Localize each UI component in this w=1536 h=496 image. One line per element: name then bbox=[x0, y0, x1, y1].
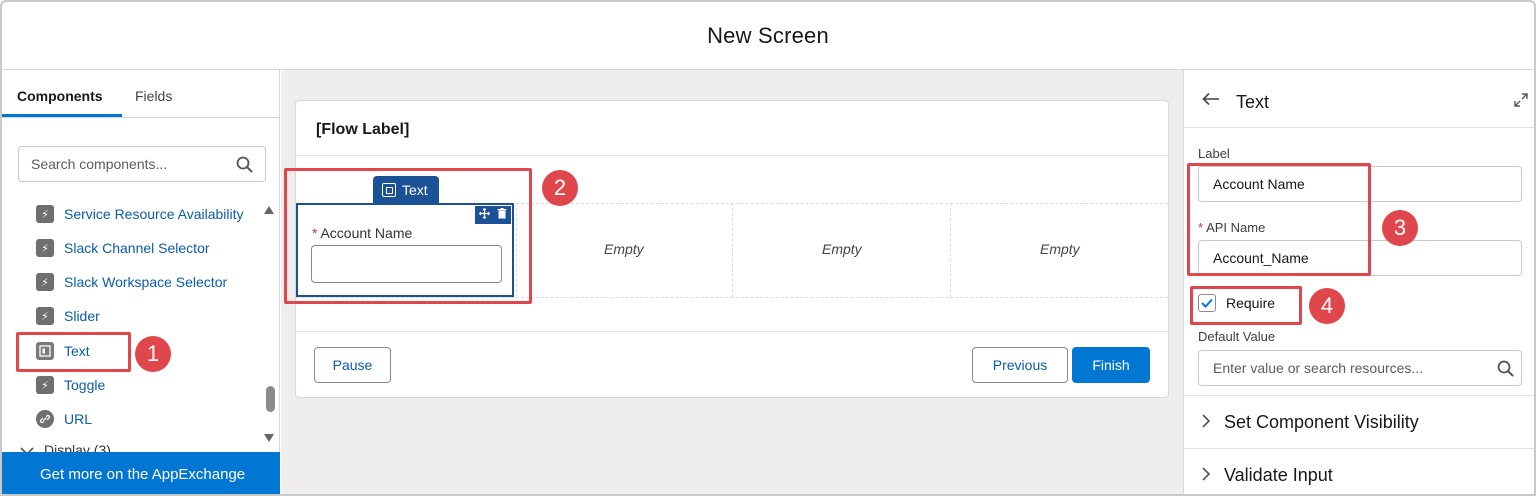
expand-icon[interactable] bbox=[1513, 92, 1529, 113]
properties-header: Text bbox=[1184, 70, 1534, 128]
list-item-label: Slack Channel Selector bbox=[64, 240, 210, 256]
annotation-box-2 bbox=[284, 168, 532, 304]
app-window: New Screen Components Fields ⚡ Service R… bbox=[0, 0, 1536, 496]
divider bbox=[1184, 448, 1534, 449]
chevron-right-icon bbox=[1202, 465, 1211, 486]
list-item-toggle[interactable]: ⚡ Toggle bbox=[36, 374, 105, 396]
properties-title: Text bbox=[1236, 92, 1270, 112]
search-icon[interactable] bbox=[1497, 360, 1514, 382]
lightning-icon: ⚡ bbox=[36, 376, 54, 394]
properties-panel: Text Label Account Name * API Name Accoun… bbox=[1183, 70, 1534, 494]
annotation-badge-1: 1 bbox=[135, 336, 171, 372]
component-list: ⚡ Service Resource Availability ⚡ Slack … bbox=[2, 200, 260, 450]
empty-column-placeholder[interactable]: Empty bbox=[1040, 241, 1080, 257]
search-box[interactable] bbox=[18, 146, 266, 182]
annotation-badge-4: 4 bbox=[1309, 288, 1345, 324]
scrollbar-thumb[interactable] bbox=[266, 386, 275, 412]
page-title: New Screen bbox=[707, 22, 829, 48]
divider bbox=[1184, 395, 1534, 396]
list-item-label: URL bbox=[64, 411, 93, 427]
appexchange-link[interactable]: Get more on the AppExchange bbox=[2, 452, 280, 494]
chevron-right-icon bbox=[1202, 412, 1211, 433]
list-item-service-resource-availability[interactable]: ⚡ Service Resource Availability bbox=[36, 203, 244, 225]
search-input[interactable] bbox=[31, 156, 231, 172]
list-item-label: Toggle bbox=[64, 377, 106, 393]
list-item-label: Slider bbox=[64, 308, 100, 324]
empty-column-placeholder[interactable]: Empty bbox=[822, 241, 862, 257]
annotation-badge-2: 2 bbox=[542, 170, 578, 206]
annotation-box-3 bbox=[1187, 163, 1371, 276]
list-item-slack-channel-selector[interactable]: ⚡ Slack Channel Selector bbox=[36, 237, 210, 259]
lightning-icon: ⚡ bbox=[36, 239, 54, 257]
active-tab-indicator bbox=[2, 114, 122, 117]
previous-button[interactable]: Previous bbox=[972, 347, 1068, 383]
modal-header: New Screen bbox=[2, 2, 1534, 70]
annotation-badge-3: 3 bbox=[1382, 210, 1418, 246]
column-divider bbox=[732, 203, 733, 297]
empty-column-placeholder[interactable]: Empty bbox=[604, 241, 644, 257]
list-item-slider[interactable]: ⚡ Slider bbox=[36, 305, 100, 327]
section-label: Validate Input bbox=[1224, 465, 1333, 485]
components-panel: Components Fields ⚡ Service Resource Ava… bbox=[2, 70, 280, 494]
divider bbox=[296, 155, 1168, 156]
divider bbox=[296, 331, 1168, 332]
list-item-slack-workspace-selector[interactable]: ⚡ Slack Workspace Selector bbox=[36, 271, 227, 293]
back-arrow-icon[interactable] bbox=[1202, 92, 1220, 111]
flow-label[interactable]: [Flow Label] bbox=[316, 121, 409, 139]
annotation-box-4 bbox=[1190, 286, 1302, 325]
lightning-icon: ⚡ bbox=[36, 205, 54, 223]
section-grid-top bbox=[516, 203, 1168, 204]
finish-button[interactable]: Finish bbox=[1072, 347, 1150, 383]
scroll-down-arrow[interactable] bbox=[264, 434, 274, 442]
tab-fields[interactable]: Fields bbox=[135, 88, 172, 104]
list-item-url[interactable]: URL bbox=[36, 408, 92, 430]
label-caption: Label bbox=[1198, 146, 1230, 161]
lightning-icon: ⚡ bbox=[36, 273, 54, 291]
tab-components[interactable]: Components bbox=[17, 88, 103, 104]
column-divider bbox=[950, 203, 951, 297]
link-icon bbox=[36, 410, 54, 428]
default-value-caption: Default Value bbox=[1198, 329, 1276, 344]
list-item-label: Service Resource Availability bbox=[64, 206, 244, 222]
scroll-up-arrow[interactable] bbox=[264, 206, 274, 214]
list-item-label: Slack Workspace Selector bbox=[64, 274, 228, 290]
panel-tabs: Components Fields bbox=[2, 70, 280, 118]
section-component-visibility[interactable]: Set Component Visibility bbox=[1202, 412, 1419, 433]
pause-button[interactable]: Pause bbox=[314, 347, 391, 383]
annotation-box-1 bbox=[16, 332, 131, 372]
default-value-input[interactable]: Enter value or search resources... bbox=[1198, 350, 1522, 386]
section-label: Set Component Visibility bbox=[1224, 412, 1419, 432]
search-icon[interactable] bbox=[236, 156, 253, 178]
section-validate-input[interactable]: Validate Input bbox=[1202, 465, 1333, 486]
lightning-icon: ⚡ bbox=[36, 307, 54, 325]
